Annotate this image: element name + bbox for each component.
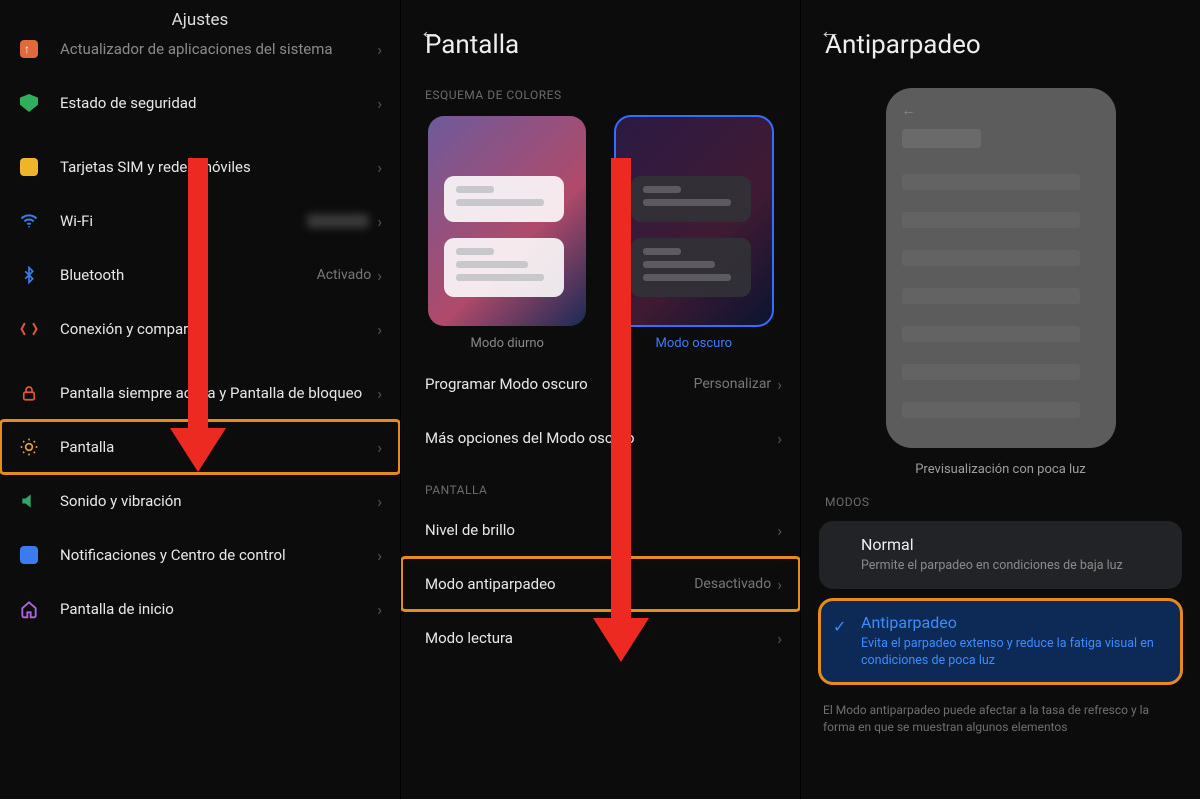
chevron-right-icon: › <box>377 546 382 565</box>
mode-desc: Evita el parpadeo extenso y reduce la fa… <box>861 636 1166 670</box>
settings-item-label: Pantalla siempre activa y Pantalla de bl… <box>60 384 377 403</box>
settings-item-label: Sonido y vibración <box>60 492 377 511</box>
lock-icon <box>18 382 40 404</box>
chevron-right-icon: › <box>377 600 382 619</box>
settings-item-label: Bluetooth <box>60 266 317 285</box>
section-header: MODOS <box>801 487 1200 515</box>
chevron-right-icon: › <box>777 521 782 540</box>
row-brightness[interactable]: Nivel de brillo › <box>401 503 800 557</box>
chevron-right-icon: › <box>377 212 382 231</box>
row-program-dark[interactable]: Programar Modo oscuro Personalizar › <box>401 357 800 411</box>
scheme-thumb-light <box>428 116 586 326</box>
row-label: Nivel de brillo <box>425 521 777 540</box>
scheme-caption: Modo oscuro <box>655 336 732 351</box>
chevron-right-icon: › <box>777 575 782 594</box>
settings-item-label: Notificaciones y Centro de control <box>60 546 377 565</box>
scheme-thumb-dark <box>615 116 773 326</box>
check-icon: ✓ <box>833 617 846 636</box>
chevron-right-icon: › <box>777 429 782 448</box>
back-button[interactable]: ← <box>419 18 441 44</box>
shield-icon <box>18 92 40 114</box>
settings-item-wifi[interactable]: Wi-Fi › <box>0 194 400 248</box>
settings-item-label: Tarjetas SIM y redes móviles <box>60 158 377 177</box>
update-icon: ↑ <box>18 38 40 60</box>
settings-item-sound[interactable]: Sonido y vibración › <box>0 474 400 528</box>
scheme-caption: Modo diurno <box>471 336 544 351</box>
settings-item-label: Estado de seguridad <box>60 94 377 113</box>
section-header: PANTALLA <box>401 475 800 503</box>
wifi-value-redacted <box>307 214 369 228</box>
row-antiflicker[interactable]: Modo antiparpadeo Desactivado › <box>401 557 800 611</box>
row-value: Desactivado <box>694 576 771 592</box>
page-title: Ajustes <box>0 0 400 36</box>
mode-desc: Permite el parpadeo en condiciones de ba… <box>861 558 1166 575</box>
chevron-right-icon: › <box>377 492 382 511</box>
row-label: Modo antiparpadeo <box>425 575 694 594</box>
settings-item-system-updater[interactable]: ↑ Actualizador de aplicaciones del siste… <box>0 36 400 76</box>
control-center-icon <box>18 544 40 566</box>
settings-item-bluetooth[interactable]: Bluetooth Activado › <box>0 248 400 302</box>
settings-item-label: Pantalla de inicio <box>60 600 377 619</box>
mode-title: Antiparpadeo <box>861 613 1166 632</box>
mode-option-normal[interactable]: Normal Permite el parpadeo en condicione… <box>819 521 1182 589</box>
row-label: Programar Modo oscuro <box>425 375 694 394</box>
scheme-option-light[interactable]: Modo diurno <box>425 116 590 351</box>
sun-icon <box>18 436 40 458</box>
share-icon <box>18 318 40 340</box>
lowlight-preview: ← <box>886 88 1116 448</box>
row-reading-mode[interactable]: Modo lectura › <box>401 611 800 665</box>
mode-option-antiflicker[interactable]: ✓ Antiparpadeo Evita el parpadeo extenso… <box>819 599 1182 684</box>
settings-item-value: Activado <box>317 267 372 283</box>
settings-item-home[interactable]: Pantalla de inicio › <box>0 582 400 636</box>
footnote: El Modo antiparpadeo puede afectar a la … <box>801 694 1200 737</box>
settings-root-pane: Ajustes ↑ Actualizador de aplicaciones d… <box>0 0 400 799</box>
settings-item-label: Conexión y compartir <box>60 320 377 339</box>
settings-item-security[interactable]: Estado de seguridad › <box>0 76 400 130</box>
settings-item-notifications[interactable]: Notificaciones y Centro de control › <box>0 528 400 582</box>
row-value: Personalizar <box>694 376 772 392</box>
settings-item-label: Actualizador de aplicaciones del sistema <box>60 40 377 59</box>
row-more-dark[interactable]: Más opciones del Modo oscuro › <box>401 411 800 465</box>
chevron-right-icon: › <box>377 94 382 113</box>
home-icon <box>18 598 40 620</box>
settings-item-label: Wi-Fi <box>60 212 307 231</box>
settings-item-display[interactable]: Pantalla › <box>0 420 400 474</box>
settings-item-label: Pantalla <box>60 438 377 457</box>
page-title: Antiparpadeo <box>801 0 1200 80</box>
bluetooth-icon <box>18 264 40 286</box>
settings-item-aod-lock[interactable]: Pantalla siempre activa y Pantalla de bl… <box>0 366 400 420</box>
scheme-option-dark[interactable]: Modo oscuro <box>612 116 777 351</box>
chevron-right-icon: › <box>377 438 382 457</box>
row-label: Modo lectura <box>425 629 777 648</box>
preview-caption: Previsualización con poca luz <box>915 462 1086 477</box>
chevron-right-icon: › <box>377 320 382 339</box>
row-label: Más opciones del Modo oscuro <box>425 429 777 448</box>
settings-item-sim[interactable]: Tarjetas SIM y redes móviles › <box>0 140 400 194</box>
speaker-icon <box>18 490 40 512</box>
back-button[interactable]: ← <box>819 18 841 44</box>
settings-item-share[interactable]: Conexión y compartir › <box>0 302 400 356</box>
wifi-icon <box>18 210 40 232</box>
chevron-right-icon: › <box>377 158 382 177</box>
section-header: ESQUEMA DE COLORES <box>401 80 800 108</box>
chevron-right-icon: › <box>377 40 382 59</box>
chevron-right-icon: › <box>777 629 782 648</box>
display-settings-pane: ← Pantalla ESQUEMA DE COLORES Modo diurn… <box>400 0 800 799</box>
chevron-right-icon: › <box>377 384 382 403</box>
chevron-right-icon: › <box>777 375 782 394</box>
mode-title: Normal <box>861 535 1166 554</box>
sim-icon <box>18 156 40 178</box>
page-title: Pantalla <box>401 0 800 80</box>
chevron-right-icon: › <box>377 266 382 285</box>
antiflicker-pane: ← Antiparpadeo ← Previsualización con po… <box>800 0 1200 799</box>
